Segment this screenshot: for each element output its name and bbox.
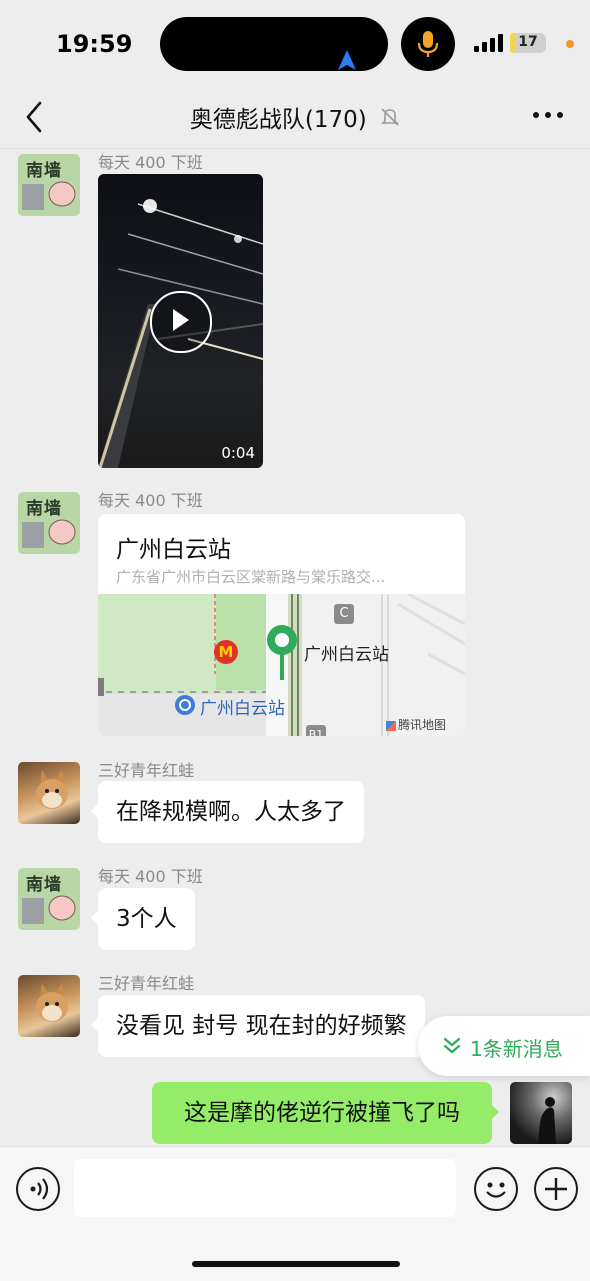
play-button[interactable] <box>150 291 212 353</box>
text-message[interactable]: 在降规模啊。人太多了 <box>91 781 364 843</box>
map-label-station: 广州白云站 <box>304 645 389 665</box>
battery-level: 17 <box>518 34 538 50</box>
my-avatar[interactable] <box>510 1082 572 1144</box>
mcdonalds-icon: M <box>214 640 238 664</box>
muted-bell-icon <box>381 108 400 126</box>
privacy-indicator-dot <box>566 40 574 48</box>
shiba-dog-icon <box>36 770 68 809</box>
text-message[interactable]: 3个人 <box>91 888 195 950</box>
sender-name: 三好青年红蛙 <box>98 974 195 993</box>
location-pin-icon <box>267 625 297 680</box>
message-input[interactable] <box>74 1159 456 1217</box>
new-messages-button[interactable]: 1条新消息 <box>418 1016 590 1076</box>
plus-icon <box>545 1178 567 1200</box>
microphone-indicator <box>401 17 455 71</box>
location-message[interactable]: 广州白云站 广东省广州市白云区棠新路与棠乐路交... M C B1 广州白云站 <box>98 514 465 736</box>
group-name: 奥德彪战队(170) <box>189 107 367 133</box>
shiba-dog-icon <box>36 983 68 1022</box>
voice-input-button[interactable] <box>16 1167 60 1211</box>
my-text-message[interactable]: 这是摩的佬逆行被撞飞了吗 <box>152 1082 499 1144</box>
emoji-button[interactable] <box>474 1167 518 1211</box>
more-actions-button[interactable] <box>534 1167 578 1211</box>
pig-illustration-icon <box>22 895 76 924</box>
map-provider-label: 腾讯地图 <box>398 718 447 732</box>
double-chevron-down-icon <box>443 1037 461 1054</box>
pig-illustration-icon <box>22 181 76 210</box>
play-icon <box>173 309 189 331</box>
more-options-icon[interactable] <box>532 110 564 120</box>
chat-header: 奥德彪战队(170) <box>0 90 590 149</box>
navigation-arrow-icon <box>338 50 356 70</box>
new-messages-label: 1条新消息 <box>470 1037 563 1061</box>
avatar-nanqiang[interactable]: 南墙 <box>18 154 80 216</box>
avatar-shiba[interactable] <box>18 762 80 824</box>
location-name: 广州白云站 <box>116 537 231 563</box>
map-preview[interactable]: M C B1 广州白云站 广州白云站 腾讯地图 <box>98 594 465 736</box>
signal-icon <box>474 34 503 52</box>
status-bar: 19:59 17 <box>0 0 590 90</box>
video-message[interactable]: 0:04 <box>98 174 263 468</box>
exit-b1-marker: B1 <box>306 725 326 736</box>
battery-icon: 17 <box>510 33 546 53</box>
avatar-nanqiang[interactable]: 南墙 <box>18 492 80 554</box>
silhouette-icon <box>538 1097 556 1144</box>
smiley-icon <box>486 1182 506 1198</box>
dynamic-island <box>160 17 388 71</box>
exit-c-marker: C <box>334 604 354 624</box>
chat-title: 奥德彪战队(170) <box>0 100 590 134</box>
sender-name: 三好青年红蛙 <box>98 761 195 780</box>
metro-station-icon <box>175 695 195 715</box>
microphone-icon <box>417 31 439 57</box>
pig-illustration-icon <box>22 519 76 548</box>
home-indicator <box>192 1261 400 1267</box>
map-provider: 腾讯地图 <box>386 716 446 733</box>
tencent-map-icon <box>386 720 396 731</box>
map-label-metro: 广州白云站 <box>200 699 285 719</box>
text-message[interactable]: 没看见 封号 现在封的好频繁 <box>91 995 425 1057</box>
input-bar <box>0 1146 590 1281</box>
video-duration: 0:04 <box>221 444 255 462</box>
sender-name: 每天 400 下班 <box>98 491 203 510</box>
avatar-shiba[interactable] <box>18 975 80 1037</box>
sender-name: 每天 400 下班 <box>98 153 203 172</box>
avatar-nanqiang[interactable]: 南墙 <box>18 868 80 930</box>
sender-name: 每天 400 下班 <box>98 867 203 886</box>
location-address: 广东省广州市白云区棠新路与棠乐路交... <box>116 568 386 586</box>
voice-icon <box>30 1178 49 1200</box>
status-time: 19:59 <box>56 30 133 58</box>
